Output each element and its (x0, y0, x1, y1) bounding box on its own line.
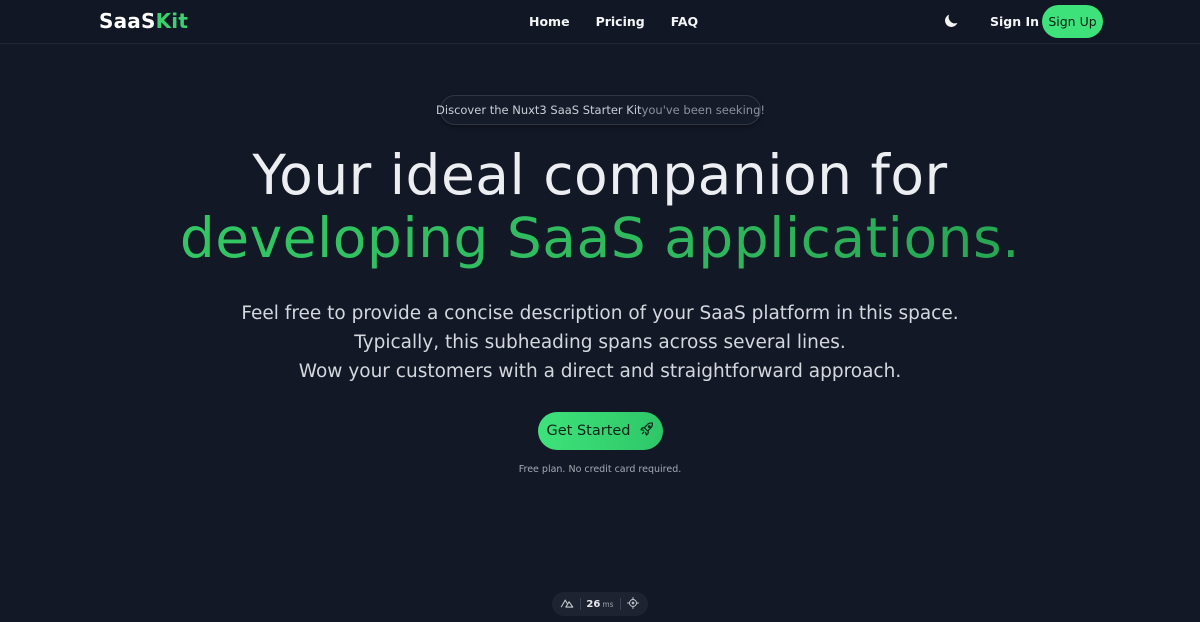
get-started-label: Get Started (546, 423, 631, 439)
subheading-line-2: Typically, this subheading spans across … (354, 332, 846, 353)
sign-up-button[interactable]: Sign Up (1042, 5, 1103, 38)
top-header: SaaSKit Home Pricing FAQ Sign In Sign Up (0, 0, 1200, 44)
nav-home[interactable]: Home (529, 14, 570, 29)
nav-pricing[interactable]: Pricing (596, 14, 645, 29)
subheading-line-3: Wow your customers with a direct and str… (298, 361, 902, 382)
rocket-icon (639, 421, 655, 441)
crosshair-icon[interactable] (626, 595, 640, 614)
nav-faq[interactable]: FAQ (671, 14, 698, 29)
logo-text-kit: Kit (155, 9, 189, 33)
logo-text-saas: SaaS (99, 9, 156, 33)
render-time-value: 26 (586, 598, 601, 610)
pill-text-muted: you've been seeking! (641, 103, 765, 117)
sign-in-link[interactable]: Sign In (990, 14, 1039, 29)
announcement-pill[interactable]: Discover the Nuxt3 SaaS Starter Kit you'… (436, 95, 765, 125)
subheading-line-1: Feel free to provide a concise descripti… (241, 303, 959, 324)
get-started-button[interactable]: Get Started (538, 412, 663, 450)
pill-text-main: Discover the Nuxt3 SaaS Starter Kit (436, 103, 642, 117)
main-nav: Home Pricing FAQ (529, 14, 724, 29)
nuxt-devtools-bar[interactable]: 26 ms (552, 592, 648, 616)
render-time-readout: 26 ms (586, 599, 613, 610)
moon-icon[interactable] (942, 12, 960, 30)
logo[interactable]: SaaSKit (99, 9, 188, 33)
headline-line-1: Your ideal companion for (252, 143, 948, 207)
nuxt-logo-icon[interactable] (560, 595, 574, 614)
page: SaaSKit Home Pricing FAQ Sign In Sign Up… (0, 0, 1200, 622)
free-plan-note: Free plan. No credit card required. (518, 464, 682, 475)
render-time-unit: ms (602, 599, 614, 609)
headline-line-2: developing SaaS applications. (0, 206, 1200, 270)
